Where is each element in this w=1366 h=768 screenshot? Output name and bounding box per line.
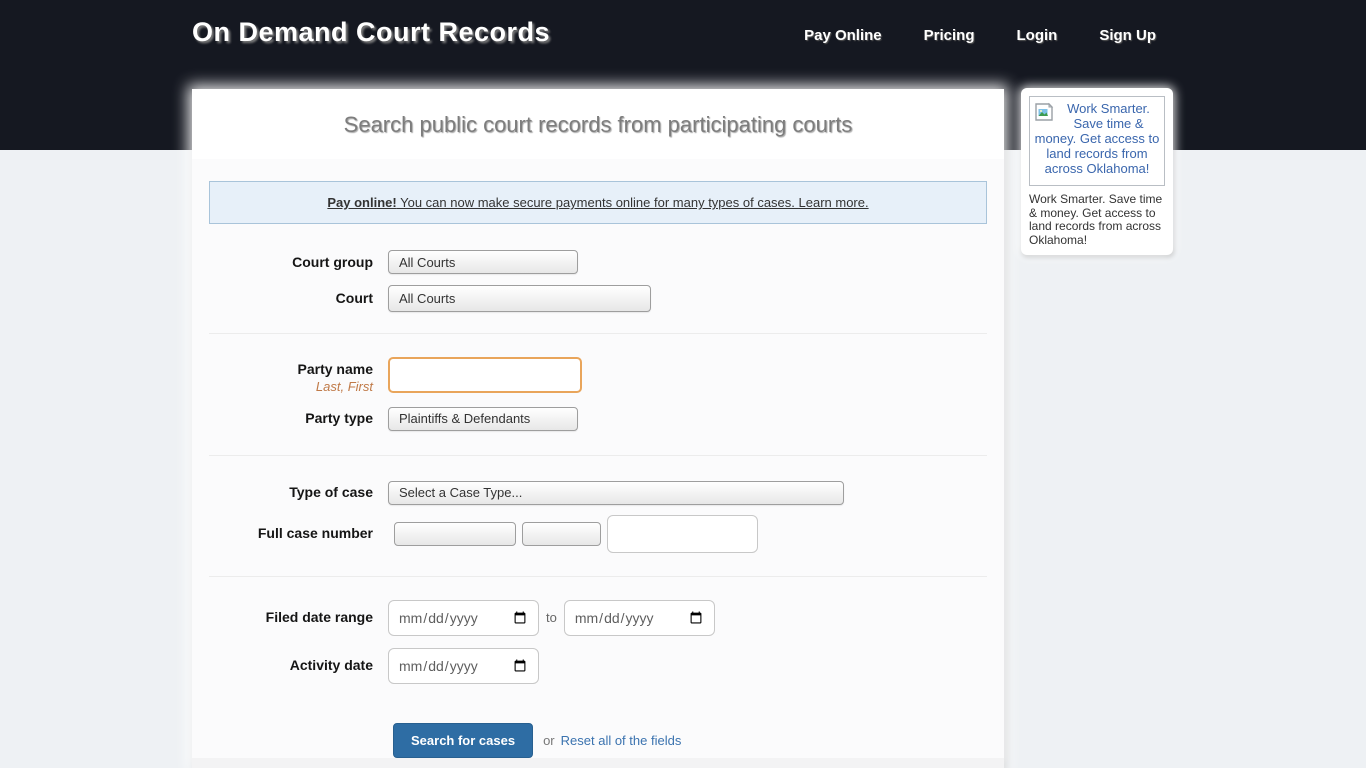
filed-date-from-input[interactable] <box>388 600 539 636</box>
reset-fields-link[interactable]: Reset all of the fields <box>561 733 682 748</box>
section-divider <box>209 576 987 577</box>
party-type-label: Party type <box>209 410 388 427</box>
search-for-cases-button[interactable]: Search for cases <box>393 723 533 758</box>
court-group-label: Court group <box>209 254 388 271</box>
case-number-part3-input[interactable] <box>607 515 758 553</box>
pay-online-notice: Pay online! You can now make secure paym… <box>209 181 987 224</box>
case-type-select[interactable]: Select a Case Type... <box>388 481 844 505</box>
nav-pay-online[interactable]: Pay Online <box>804 27 882 89</box>
date-range-to-text: to <box>546 610 557 625</box>
nav-login[interactable]: Login <box>1017 27 1058 89</box>
search-form: Pay online! You can now make secure paym… <box>192 159 1004 758</box>
notice-bold-text: Pay online! <box>327 195 396 210</box>
sidebar-ad-card: Work Smarter. Save time & money. Get acc… <box>1021 88 1173 255</box>
case-type-label: Type of case <box>209 484 388 501</box>
site-title: On Demand Court Records <box>192 17 550 89</box>
main-nav: Pay Online Pricing Login Sign Up <box>804 27 1174 89</box>
broken-image-icon <box>1034 102 1054 122</box>
filed-date-to-input[interactable] <box>564 600 715 636</box>
nav-sign-up[interactable]: Sign Up <box>1099 27 1156 89</box>
activity-date-label: Activity date <box>209 657 388 674</box>
activity-date-input[interactable] <box>388 648 539 684</box>
page-title: Search public court records from partici… <box>192 112 1004 138</box>
site-header: On Demand Court Records Pay Online Prici… <box>192 0 1174 89</box>
sidebar-ad-link[interactable]: Work Smarter. Save time & money. Get acc… <box>1029 96 1165 186</box>
notice-text: You can now make secure payments online … <box>397 195 799 210</box>
section-divider <box>209 455 987 456</box>
filed-date-range-label: Filed date range <box>209 609 388 626</box>
court-select[interactable]: All Courts <box>388 285 651 312</box>
notice-learn-more: Learn more. <box>799 195 869 210</box>
court-label: Court <box>209 290 388 307</box>
case-number-part1-input[interactable] <box>394 522 516 546</box>
or-text: or <box>543 733 555 748</box>
nav-pricing[interactable]: Pricing <box>924 27 975 89</box>
party-name-hint: Last, First <box>316 379 373 394</box>
case-number-label: Full case number <box>209 525 388 542</box>
pay-online-notice-link[interactable]: Pay online! You can now make secure paym… <box>327 195 868 210</box>
court-group-select[interactable]: All Courts <box>388 250 578 274</box>
party-name-label: Party name Last, First <box>209 357 388 395</box>
panel-footer <box>192 758 1004 768</box>
search-panel: Search public court records from partici… <box>192 89 1004 768</box>
party-name-input[interactable] <box>388 357 582 393</box>
case-number-part2-input[interactable] <box>522 522 601 546</box>
sidebar-ad-caption: Work Smarter. Save time & money. Get acc… <box>1029 193 1165 247</box>
party-type-select[interactable]: Plaintiffs & Defendants <box>388 407 578 431</box>
section-divider <box>209 333 987 334</box>
sidebar-ad-broken-image: Work Smarter. Save time & money. Get acc… <box>1029 96 1165 186</box>
panel-header: Search public court records from partici… <box>192 89 1004 159</box>
